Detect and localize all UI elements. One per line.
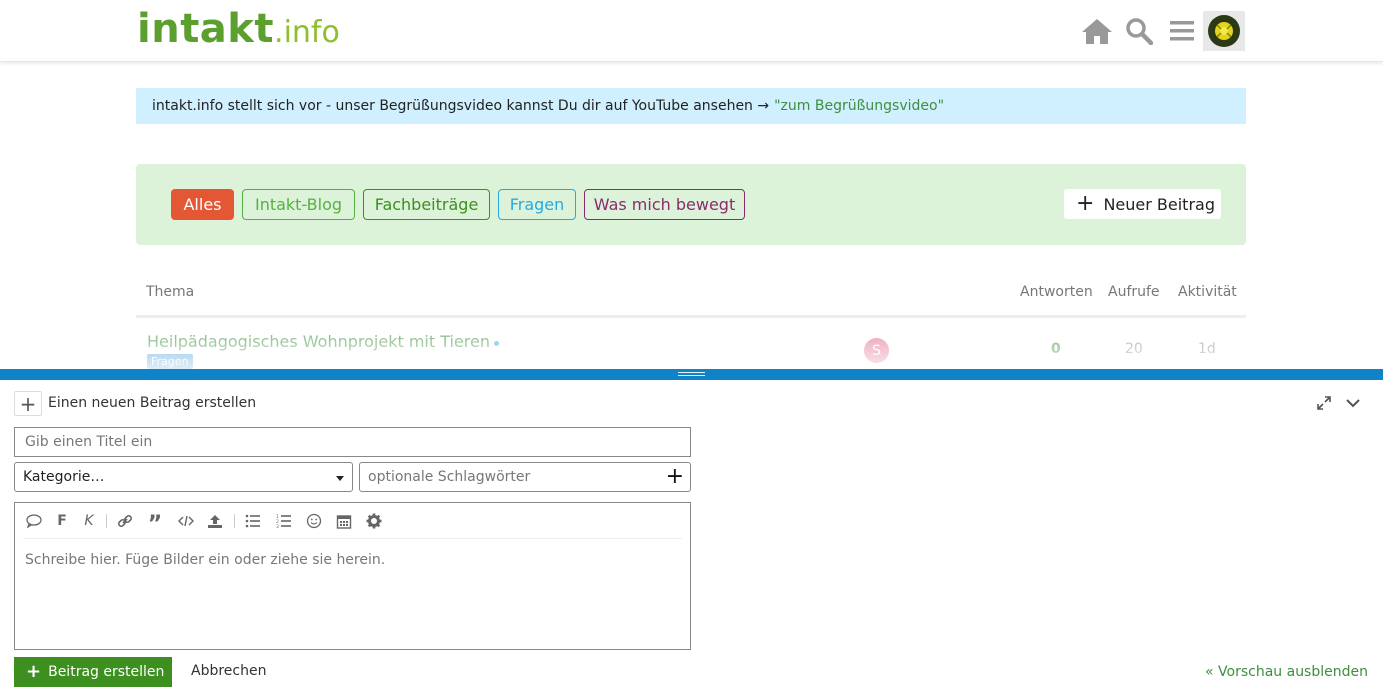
- emoji-icon[interactable]: [304, 512, 324, 530]
- svg-text:3: 3: [276, 524, 279, 528]
- speech-bubble-icon[interactable]: [24, 512, 44, 530]
- code-icon[interactable]: [176, 512, 196, 530]
- replies-count: 0: [1051, 341, 1061, 357]
- chip-label: Alles: [183, 195, 222, 214]
- composer-title: Einen neuen Beitrag erstellen: [48, 395, 257, 411]
- category-bar: Alles Intakt-Blog Fachbeiträge Fragen Wa…: [136, 164, 1246, 245]
- create-post-button[interactable]: + Beitrag erstellen: [14, 657, 172, 687]
- composer-resize-grip[interactable]: [0, 369, 1383, 380]
- composer-action-plus-icon[interactable]: +: [14, 391, 42, 416]
- views-count: 20: [1125, 341, 1143, 357]
- numbered-list-icon[interactable]: 123: [274, 512, 294, 530]
- topic-category-badge[interactable]: Fragen: [147, 354, 193, 369]
- welcome-banner: intakt.info stellt sich vor - unser Begr…: [136, 88, 1246, 124]
- title-input[interactable]: [14, 427, 691, 457]
- unread-indicator: [494, 341, 499, 346]
- chip-label: Fachbeiträge: [374, 195, 479, 214]
- quote-icon[interactable]: ”: [145, 512, 165, 536]
- plus-icon: +: [665, 464, 684, 489]
- header-divider: [136, 315, 1246, 318]
- new-post-label: Neuer Beitrag: [1103, 194, 1215, 214]
- plus-icon: +: [26, 661, 42, 682]
- category-chip-was-mich-bewegt[interactable]: Was mich bewegt: [584, 189, 745, 220]
- topic-title-link[interactable]: Heilpädagogisches Wohnprojekt mit Tieren: [147, 332, 490, 351]
- upload-icon[interactable]: [205, 512, 225, 530]
- chip-label: Fragen: [509, 195, 565, 214]
- toggle-preview-link[interactable]: « Vorschau ausblenden: [1205, 664, 1368, 680]
- category-chip-alles[interactable]: Alles: [171, 189, 234, 220]
- banner-text: intakt.info stellt sich vor - unser Begr…: [152, 98, 770, 114]
- tags-placeholder: optionale Schlagwörter: [368, 469, 531, 485]
- poster-avatar[interactable]: S: [864, 338, 889, 363]
- category-chip-fragen[interactable]: Fragen: [498, 189, 576, 220]
- chip-label: Intakt-Blog: [254, 195, 343, 214]
- logo-tld: .info: [274, 15, 340, 50]
- bullet-list-icon[interactable]: [243, 512, 263, 530]
- fullscreen-icon[interactable]: [1314, 393, 1334, 413]
- avatar-image: [1208, 15, 1240, 47]
- banner-video-link[interactable]: "zum Begrüßungsvideo": [774, 98, 944, 114]
- bold-button[interactable]: F: [52, 512, 72, 530]
- site-header: intakt.info: [0, 0, 1383, 62]
- gear-icon[interactable]: [364, 512, 384, 530]
- hamburger-icon[interactable]: [1165, 14, 1199, 48]
- column-header-topic[interactable]: Thema: [146, 284, 194, 300]
- cancel-button[interactable]: Abbrechen: [191, 663, 266, 679]
- search-icon[interactable]: [1122, 14, 1156, 48]
- activity-time[interactable]: 1d: [1198, 341, 1216, 357]
- plus-icon: +: [1076, 191, 1095, 216]
- column-header-views[interactable]: Aufrufe: [1108, 284, 1160, 300]
- create-post-label: Beitrag erstellen: [48, 664, 165, 680]
- home-icon[interactable]: [1080, 14, 1114, 48]
- italic-button[interactable]: K: [79, 512, 99, 530]
- site-logo[interactable]: intakt.info: [137, 6, 340, 52]
- caret-down-icon: [336, 476, 344, 481]
- category-chip-intakt-blog[interactable]: Intakt-Blog: [242, 189, 355, 220]
- category-select[interactable]: Kategorie…: [14, 462, 353, 492]
- editor-placeholder: Schreibe hier. Füge Bilder ein oder zieh…: [25, 552, 386, 568]
- user-avatar[interactable]: [1203, 11, 1245, 51]
- column-header-activity[interactable]: Aktivität: [1178, 284, 1237, 300]
- editor[interactable]: F K ” 123 Schreibe hier. Füge Bilder ein…: [14, 502, 691, 650]
- collapse-chevron-down-icon[interactable]: [1343, 393, 1363, 413]
- logo-main: intakt: [137, 6, 275, 52]
- tags-input[interactable]: optionale Schlagwörter +: [359, 462, 691, 492]
- column-header-replies[interactable]: Antworten: [1020, 284, 1093, 300]
- composer-panel: + Einen neuen Beitrag erstellen Kategori…: [0, 369, 1383, 691]
- link-icon[interactable]: [115, 512, 135, 530]
- new-post-button[interactable]: + Neuer Beitrag: [1064, 189, 1221, 219]
- editor-toolbar: F K ” 123: [15, 503, 690, 539]
- chip-label: Was mich bewegt: [593, 195, 736, 214]
- category-chip-fachbeitraege[interactable]: Fachbeiträge: [363, 189, 490, 220]
- category-select-label: Kategorie…: [23, 469, 105, 485]
- calendar-icon[interactable]: [334, 512, 354, 530]
